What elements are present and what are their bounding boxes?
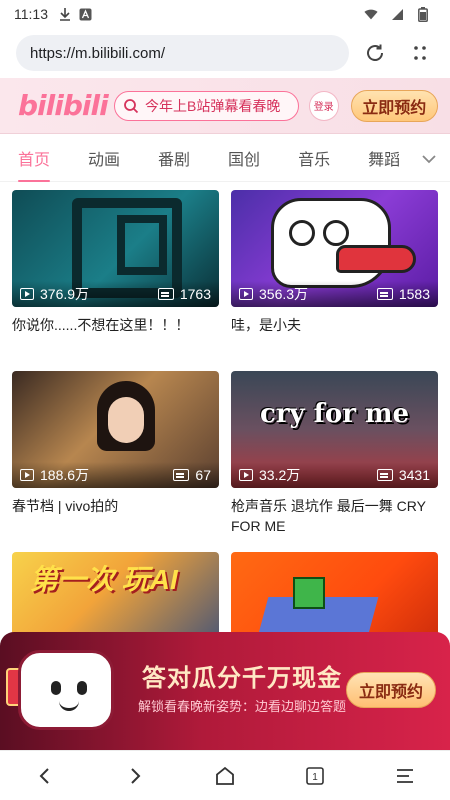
view-count: 188.6万 [40, 467, 90, 483]
reload-icon [366, 44, 383, 61]
back-arrow-icon [39, 767, 49, 784]
danmaku-icon [157, 288, 174, 300]
tab-dance[interactable]: 舞蹈 [368, 146, 400, 170]
forward-arrow-icon [131, 767, 141, 784]
search-placeholder: 今年上B站弹幕看春晚 [145, 97, 281, 114]
back-button[interactable] [23, 754, 67, 798]
tab-guochuang[interactable]: 国创 [228, 146, 260, 170]
play-count-icon [239, 288, 253, 300]
view-count: 33.2万 [259, 467, 301, 483]
promo-subtitle: 解锁看春晚新姿势：边看边聊边答题 [138, 699, 347, 714]
tab-home[interactable]: 首页 [18, 146, 51, 182]
signal-icon [390, 7, 404, 21]
video-thumbnail[interactable]: 376.9万 1763 [12, 190, 219, 307]
video-card[interactable]: 356.3万 1583 哇，是小夫 [231, 190, 438, 357]
play-count-icon [20, 288, 34, 300]
forward-button[interactable] [113, 754, 157, 798]
thumbnail-caption: 第一次 玩AI [30, 564, 178, 595]
login-button[interactable]: 登录 [308, 90, 339, 121]
video-stats: 356.3万 1583 [231, 281, 438, 307]
bilibili-logo[interactable]: bilibili [18, 89, 109, 122]
promo-reserve-button[interactable]: 立即预约 [346, 672, 436, 708]
tab-switcher-icon: 1 [306, 766, 324, 785]
danmaku-count: 1763 [179, 286, 211, 302]
view-count: 356.3万 [259, 286, 309, 302]
video-stats: 33.2万 3431 [231, 462, 438, 488]
tab-bangumi[interactable]: 番剧 [158, 146, 190, 170]
browser-menu-button[interactable] [401, 33, 440, 73]
home-icon [216, 766, 234, 785]
category-tabs: 首页 动画 番剧 国创 音乐 舞蹈 [0, 134, 450, 182]
search-box[interactable]: 今年上B站弹幕看春晚 [114, 90, 299, 121]
tab-music[interactable]: 音乐 [298, 146, 330, 170]
thumbnail-caption: cry for me [259, 399, 410, 429]
play-count-icon [239, 469, 253, 481]
url-text: https://m.bilibili.com/ [30, 44, 166, 62]
search-icon [124, 98, 139, 113]
wifi-icon [364, 7, 378, 21]
status-bar: 11:13 [0, 0, 450, 28]
video-title[interactable]: 春节档 | vivo拍的 [12, 496, 219, 538]
browser-bottom-nav: 1 [0, 750, 450, 800]
tabs-button[interactable]: 1 [293, 754, 337, 798]
video-stats: 376.9万 1763 [12, 281, 219, 307]
battery-icon [416, 6, 430, 22]
address-bar[interactable]: https://m.bilibili.com/ [16, 35, 350, 71]
danmaku-count: 3431 [398, 467, 430, 483]
danmaku-icon [376, 469, 393, 481]
video-card[interactable]: cry for me 33.2万 3431 枪声音乐 退坑作 最后一舞 CRY … [231, 371, 438, 538]
download-icon [58, 7, 72, 21]
video-title[interactable]: 哇，是小夫 [231, 315, 438, 357]
reload-button[interactable] [355, 33, 394, 73]
video-card[interactable]: 376.9万 1763 你说你......不想在这里！！！ [12, 190, 219, 357]
font-a-icon [78, 7, 92, 21]
video-thumbnail[interactable]: 188.6万 67 [12, 371, 219, 488]
status-time: 11:13 [14, 6, 48, 22]
video-grid: 376.9万 1763 你说你......不想在这里！！！ 356.3万 158… [0, 182, 450, 652]
danmaku-count: 1583 [398, 286, 430, 302]
chevron-down-icon[interactable] [420, 150, 438, 168]
more-dots-icon [414, 46, 427, 60]
danmaku-count: 67 [195, 467, 211, 483]
video-thumbnail[interactable]: 356.3万 1583 [231, 190, 438, 307]
home-button[interactable] [203, 754, 247, 798]
danmaku-icon [376, 288, 393, 300]
video-title[interactable]: 你说你......不想在这里！！！ [12, 315, 219, 357]
video-thumbnail[interactable]: cry for me 33.2万 3431 [231, 371, 438, 488]
menu-button[interactable] [383, 754, 427, 798]
promo-banner[interactable]: 答对瓜分千万现金 解锁看春晚新姿势：边看边聊边答题 立即预约 [0, 632, 450, 750]
tab-count: 1 [312, 772, 318, 783]
site-header: bilibili 今年上B站弹幕看春晚 登录 立即预约 [0, 78, 450, 134]
danmaku-icon [173, 469, 190, 481]
play-count-icon [20, 469, 34, 481]
video-stats: 188.6万 67 [12, 462, 219, 488]
tab-animation[interactable]: 动画 [88, 146, 120, 170]
video-title[interactable]: 枪声音乐 退坑作 最后一舞 CRY FOR ME [231, 496, 438, 538]
promo-title: 答对瓜分千万现金 [142, 665, 342, 692]
hamburger-menu-icon [397, 768, 413, 783]
tv-mascot-icon [18, 650, 114, 730]
reserve-button[interactable]: 立即预约 [350, 89, 438, 122]
browser-toolbar: https://m.bilibili.com/ [0, 28, 450, 78]
view-count: 376.9万 [40, 286, 90, 302]
video-card[interactable]: 188.6万 67 春节档 | vivo拍的 [12, 371, 219, 538]
